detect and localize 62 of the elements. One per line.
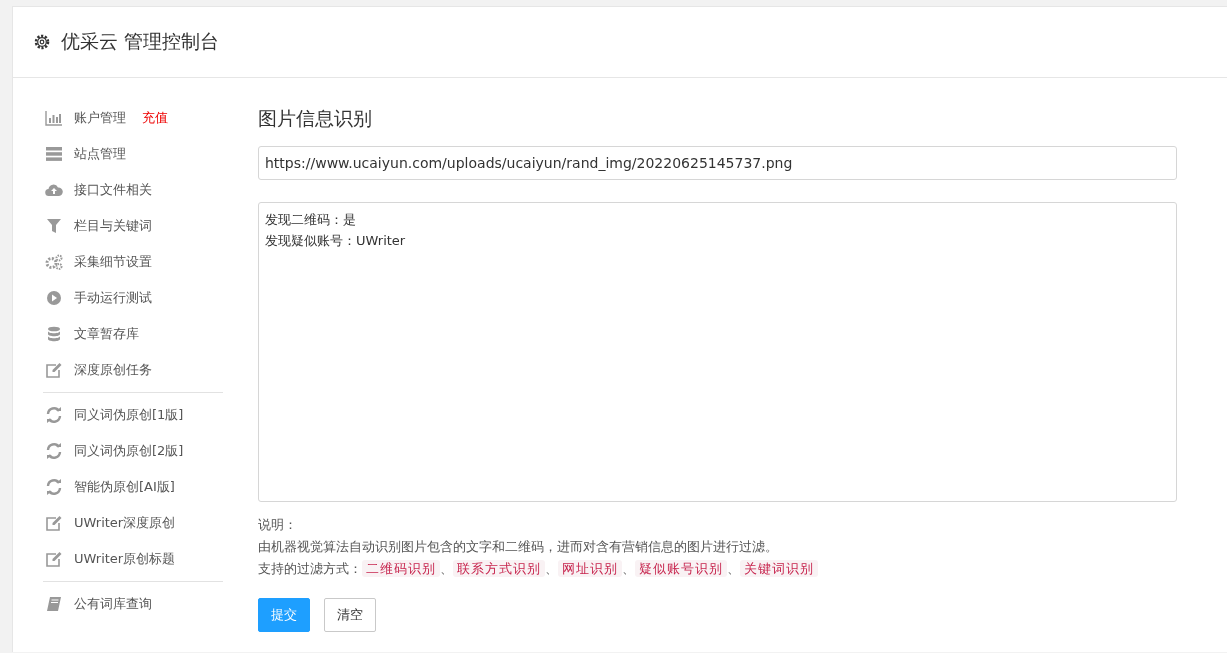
separator: 、 [727, 561, 740, 576]
separator: 、 [545, 561, 558, 576]
edit-icon [45, 515, 63, 531]
settings-icon [33, 33, 51, 51]
sidebar-item[interactable]: 采集细节设置 [43, 244, 223, 280]
sidebar-item[interactable]: 接口文件相关 [43, 172, 223, 208]
sidebar-item[interactable]: 账户管理 充值 [43, 100, 223, 136]
sidebar-item-label: 智能伪原创[AI版] [74, 478, 175, 496]
sidebar-item[interactable]: 同义词伪原创[2版] [43, 433, 223, 469]
sidebar-item-label: 文章暂存库 [74, 325, 139, 343]
sidebar-item-label: 账户管理 [74, 109, 126, 127]
sidebar-item[interactable]: 文章暂存库 [43, 316, 223, 352]
section-title: 图片信息识别 [258, 106, 373, 131]
sidebar-item-label: 公有词库查询 [74, 595, 152, 613]
book-icon [45, 596, 63, 612]
app-title: 优采云 管理控制台 [61, 29, 220, 54]
database-icon [45, 326, 63, 342]
sidebar-item-label: 站点管理 [74, 145, 126, 163]
separator: 、 [622, 561, 635, 576]
notes-heading: 说明： [258, 517, 297, 532]
sidebar-item-label: 接口文件相关 [74, 181, 152, 199]
result-field[interactable]: 发现二维码：是 发现疑似账号：UWriter [258, 202, 1177, 502]
chart-icon [45, 110, 63, 126]
refresh-icon [45, 407, 63, 423]
refresh-icon [45, 479, 63, 495]
recharge-link[interactable]: 充值 [142, 109, 168, 127]
sidebar-item[interactable]: 栏目与关键词 [43, 208, 223, 244]
sidebar-item[interactable]: 公有词库查询 [43, 586, 223, 622]
url-field[interactable]: https://www.ucaiyun.com/uploads/ucaiyun/rand_img/20220625145737.png [258, 146, 1177, 180]
sidebar-item-label: UWriter深度原创 [74, 514, 176, 532]
result-line: 发现二维码：是 [265, 212, 356, 227]
method-tag: 网址识别 [558, 560, 622, 577]
sidebar-item-label: UWriter原创标题 [74, 550, 176, 568]
edit-icon [45, 362, 63, 378]
separator: 、 [440, 561, 453, 576]
server-icon [45, 146, 63, 162]
sidebar-item-label: 采集细节设置 [74, 253, 152, 271]
method-tag: 关键词识别 [740, 560, 818, 577]
description-text: 由机器视觉算法自动识别图片包含的文字和二维码，进而对含有营销信息的图片进行过滤。 [258, 539, 778, 554]
methods-label: 支持的过滤方式： [258, 561, 362, 576]
sidebar-item[interactable]: 同义词伪原创[1版] [43, 397, 223, 433]
clear-button[interactable]: 清空 [324, 598, 376, 632]
sidebar-item-label: 栏目与关键词 [74, 217, 152, 235]
method-tag: 疑似账号识别 [635, 560, 727, 577]
filter-icon [45, 218, 63, 234]
refresh-icon [45, 443, 63, 459]
sidebar-item[interactable]: 站点管理 [43, 136, 223, 172]
sidebar-item[interactable]: UWriter原创标题 [43, 541, 223, 577]
sidebar-item-label: 手动运行测试 [74, 289, 152, 307]
edit-icon [45, 551, 63, 567]
sidebar-item[interactable]: 智能伪原创[AI版] [43, 469, 223, 505]
method-tag: 联系方式识别 [453, 560, 545, 577]
method-tag: 二维码识别 [362, 560, 440, 577]
sidebar-item[interactable]: 手动运行测试 [43, 280, 223, 316]
sidebar-item-label: 同义词伪原创[1版] [74, 406, 184, 424]
play-icon [45, 290, 63, 306]
sidebar-item[interactable]: UWriter深度原创 [43, 505, 223, 541]
sidebar-item-label: 深度原创任务 [74, 361, 152, 379]
sidebar-item-label: 同义词伪原创[2版] [74, 442, 184, 460]
result-line: 发现疑似账号：UWriter [265, 233, 406, 248]
sidebar-item[interactable]: 深度原创任务 [43, 352, 223, 388]
cloud-icon [45, 182, 63, 198]
